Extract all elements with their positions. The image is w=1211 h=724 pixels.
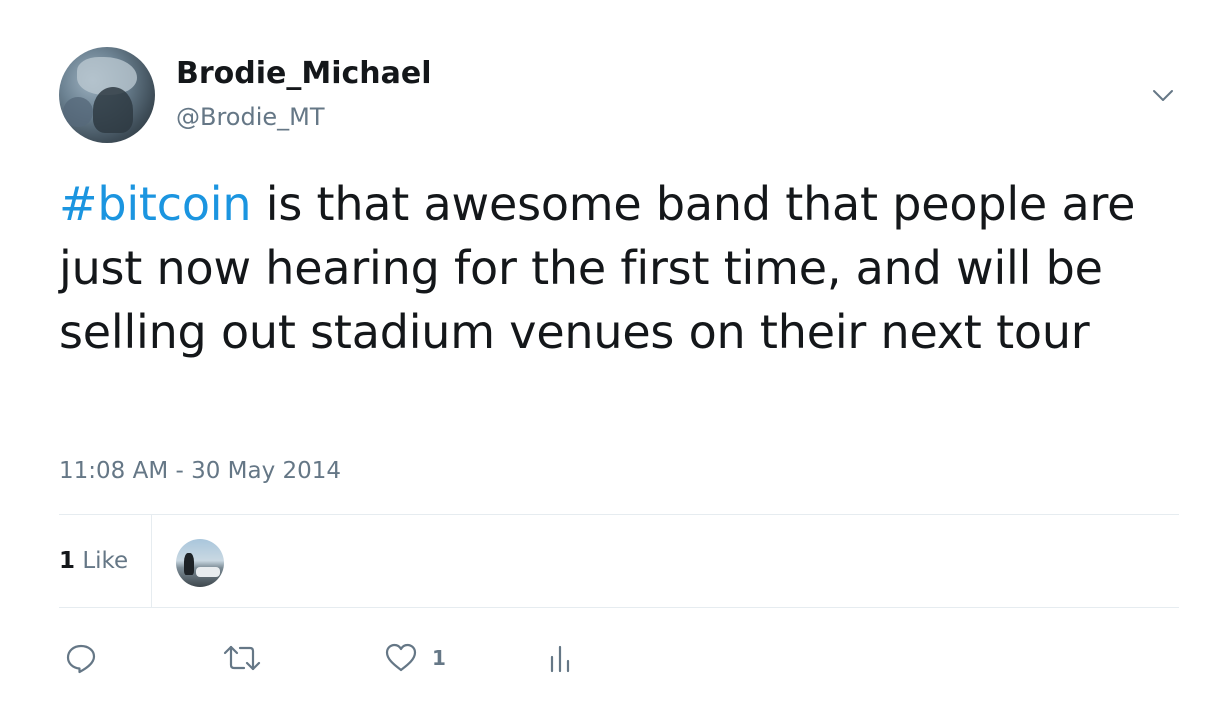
hashtag-link[interactable]: #bitcoin: [59, 177, 252, 231]
retweet-button[interactable]: [222, 640, 262, 676]
likes-stat[interactable]: 1 Like: [59, 544, 128, 578]
tweet-timestamp[interactable]: 11:08 AM - 30 May 2014: [59, 454, 341, 488]
divider: [59, 514, 1179, 515]
author-display-name[interactable]: Brodie_Michael: [176, 54, 432, 94]
reply-button[interactable]: [64, 640, 98, 676]
like-count: 1: [432, 646, 446, 670]
author-handle[interactable]: @Brodie_MT: [176, 100, 325, 134]
liker-avatar[interactable]: [176, 539, 224, 587]
chevron-down-icon: [1153, 90, 1173, 101]
reply-icon: [66, 644, 96, 674]
heart-icon: [385, 643, 417, 672]
likes-label: Like: [82, 548, 129, 574]
tweet-card: Brodie_Michael @Brodie_MT #bitcoin is th…: [0, 0, 1211, 724]
tweet-text: #bitcoin is that awesome band that peopl…: [59, 172, 1179, 364]
like-button[interactable]: 1: [384, 640, 446, 676]
divider: [59, 607, 1179, 608]
author-avatar[interactable]: [59, 47, 155, 143]
retweet-icon: [223, 645, 261, 671]
tweet-menu-button[interactable]: [1148, 80, 1178, 110]
analytics-icon: [550, 645, 570, 673]
analytics-button[interactable]: [548, 640, 574, 676]
likes-count: 1: [59, 548, 76, 574]
stats-divider: [151, 515, 152, 607]
